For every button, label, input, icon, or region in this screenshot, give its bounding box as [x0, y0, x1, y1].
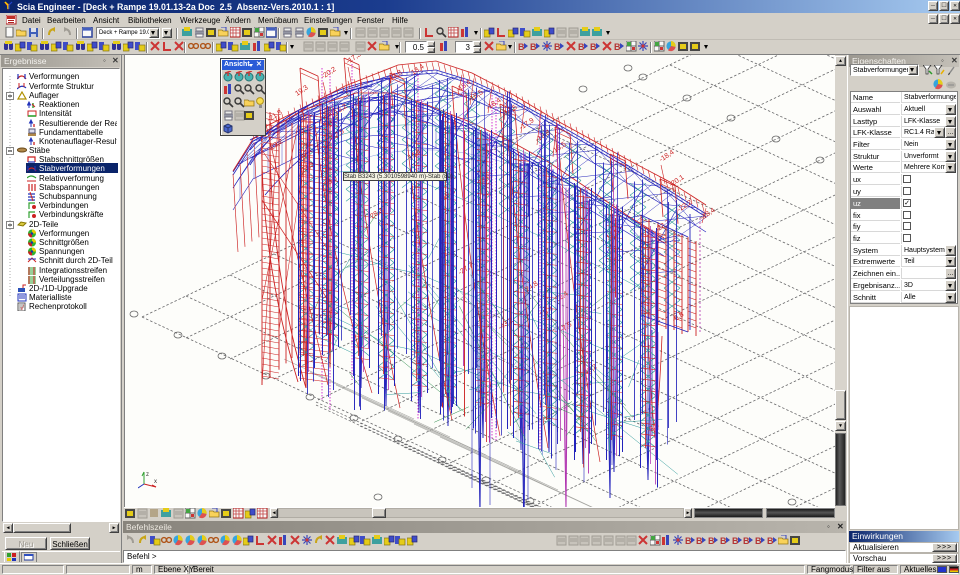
svg-text:B: B — [696, 536, 703, 546]
svg-text:B: B — [578, 42, 585, 52]
svg-text:B: B — [743, 536, 750, 546]
svg-text:B: B — [708, 536, 715, 546]
svg-text:-18,5: -18,5 — [467, 89, 484, 104]
svg-text:-20,2: -20,2 — [320, 66, 337, 81]
svg-text:-17,3: -17,3 — [345, 55, 362, 66]
svg-text:-8,8: -8,8 — [671, 311, 685, 323]
svg-text:B: B — [720, 536, 727, 546]
svg-text:-18,4: -18,4 — [699, 207, 716, 222]
svg-text:-18,4: -18,4 — [658, 149, 675, 164]
svg-text:B: B — [554, 42, 561, 52]
svg-text:-22,5: -22,5 — [328, 128, 345, 143]
svg-text:B: B — [590, 42, 597, 52]
svg-text:B: B — [755, 536, 762, 546]
svg-text:-16,8: -16,8 — [534, 129, 551, 144]
svg-text:B: B — [614, 42, 621, 52]
svg-text:B: B — [767, 536, 774, 546]
svg-text:B: B — [518, 42, 525, 52]
svg-text:-12,8: -12,8 — [386, 69, 403, 84]
svg-text:B: B — [732, 536, 739, 546]
svg-text:-18,4: -18,4 — [485, 97, 502, 112]
svg-text:B: B — [530, 42, 537, 52]
svg-text:B: B — [685, 536, 692, 546]
svg-text:-22,2: -22,2 — [676, 199, 693, 214]
svg-text:22,4: 22,4 — [554, 290, 569, 303]
